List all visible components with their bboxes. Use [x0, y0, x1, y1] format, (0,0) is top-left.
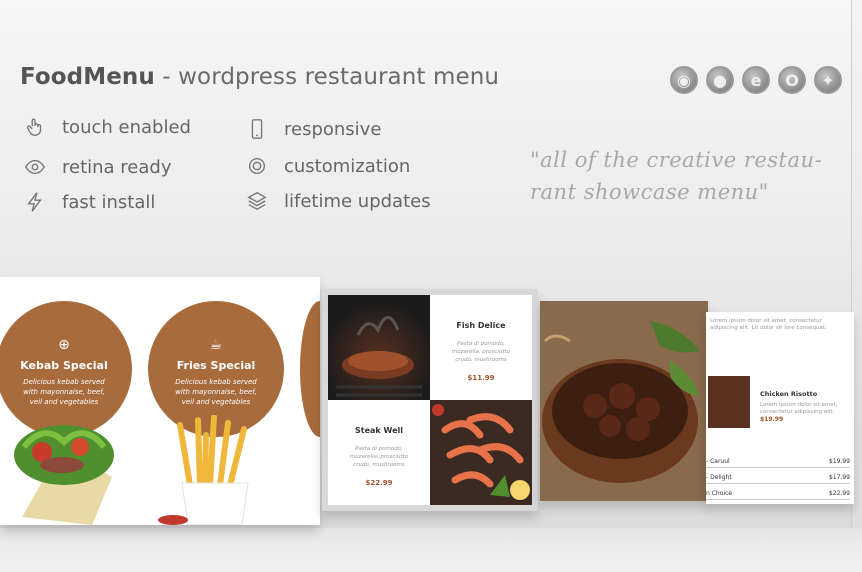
brand-name: FoodMenu — [20, 64, 155, 90]
item-desc: Pasta di pomodo, mozarella, prosciutto c… — [349, 446, 409, 468]
list-row[interactable]: n Choice $22.99 — [706, 490, 850, 500]
feature-label: customization — [284, 155, 411, 177]
steak-grill-image — [328, 295, 430, 400]
shrimp-image — [430, 400, 532, 505]
feature-item: lifetime updates — [244, 188, 431, 214]
list-row[interactable]: - Caruul $19.99 — [706, 458, 850, 468]
opera-icon: O — [778, 66, 806, 94]
row-name: - Caruul — [706, 458, 730, 465]
item-name: Fish Delice — [456, 321, 506, 330]
tagline: - wordpress restaurant menu — [154, 64, 500, 90]
sauce-image — [158, 515, 188, 525]
risotto-image — [708, 376, 750, 428]
bottom-strip — [0, 528, 862, 572]
feature-label: responsive — [284, 118, 382, 140]
safari-icon: ✦ — [814, 66, 842, 94]
feature-item: retina ready — [22, 154, 172, 180]
item-price: $19.99 — [760, 416, 784, 423]
item-desc: Delicious kebab served with mayonnaise, … — [23, 378, 105, 406]
mobile-phone-icon — [244, 116, 270, 142]
row-price: $19.99 — [829, 458, 850, 465]
item-name: Kebab Special — [20, 359, 108, 372]
row-name: - Delight — [706, 474, 732, 481]
kebab-wrap-image — [14, 425, 114, 525]
item-desc: Lorem ipsum dolor sit amet, consectetur … — [760, 402, 838, 415]
feature-item: responsive — [244, 116, 381, 142]
item-desc: Delicious kebab served with mayonnaise, … — [175, 378, 257, 406]
list-intro: Lorem ipsum dolor sit amet, consectetur … — [710, 318, 827, 331]
lightning-icon — [22, 189, 48, 215]
stew-pot-image — [540, 301, 708, 501]
retina-eye-icon — [22, 154, 48, 180]
fries-icon: ☕ — [209, 337, 223, 353]
internet-explorer-icon: e — [742, 66, 770, 94]
chrome-icon: ◉ — [670, 66, 698, 94]
page-title: FoodMenu - wordpress restaurant menu — [20, 64, 499, 90]
menu-circle-item-partial — [300, 301, 320, 437]
feature-item: customization — [244, 153, 410, 179]
showcase-grid-panel: Fish Delice Pasta di pomodo, mozarella, … — [322, 289, 538, 511]
row-price: $17.99 — [829, 474, 850, 481]
feature-item: fast install — [22, 189, 155, 215]
feature-label: fast install — [62, 191, 156, 213]
feature-label: lifetime updates — [284, 190, 431, 212]
list-row[interactable]: - Delight $17.99 — [706, 474, 850, 484]
layers-icon — [244, 188, 270, 214]
item-price: $22.99 — [365, 479, 393, 487]
item-name: Steak Well — [355, 426, 403, 435]
item-name: Fries Special — [176, 359, 256, 372]
gear-icon — [244, 153, 270, 179]
feature-item: touch enabled — [22, 114, 191, 140]
feature-label: touch enabled — [62, 116, 191, 138]
showcase-list-panel: Lorem ipsum dolor sit amet, consectetur … — [706, 312, 854, 504]
feature-label: retina ready — [62, 156, 172, 178]
row-price: $22.99 — [829, 490, 850, 497]
item-name: Chicken Risotto — [760, 390, 818, 398]
kebab-icon: ⊕ — [58, 337, 70, 353]
item-desc: Pasta di pomodo, mozarella, prosciutto c… — [451, 341, 511, 363]
feature-list: touch enabled retina ready fast install … — [22, 114, 462, 224]
menu-grid: Fish Delice Pasta di pomodo, mozarella, … — [328, 295, 532, 505]
menu-card[interactable]: Fish Delice Pasta di pomodo, mozarella, … — [430, 295, 532, 400]
fries-image — [177, 415, 249, 525]
firefox-icon: ● — [706, 66, 734, 94]
touch-icon — [22, 114, 48, 140]
menu-card[interactable]: Steak Well Pasta di pomodo, mozarella, p… — [328, 400, 430, 505]
item-price: $11.99 — [467, 374, 495, 382]
showcase-circles-panel: ⊕ Kebab Special Delicious kebab served w… — [0, 277, 320, 525]
row-name: n Choice — [706, 490, 733, 497]
browser-support: ◉ ● e O ✦ — [670, 66, 842, 94]
tagline-quote: "all of the creative restau-rant showcas… — [530, 148, 823, 204]
